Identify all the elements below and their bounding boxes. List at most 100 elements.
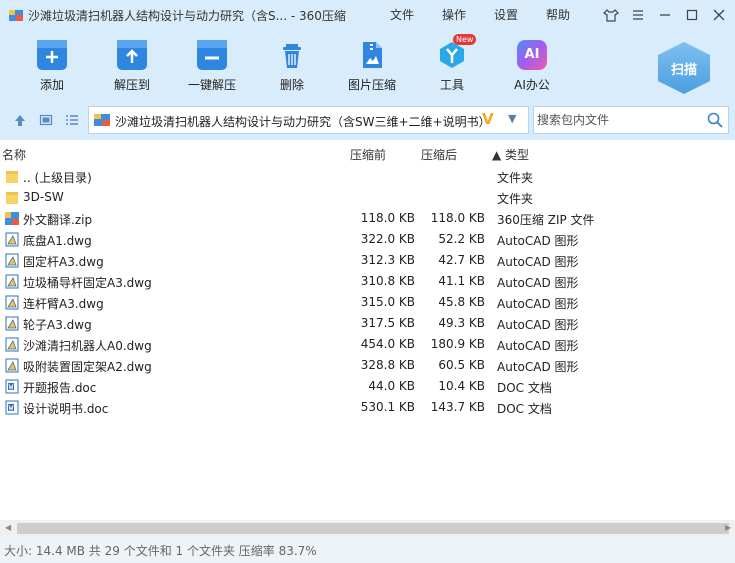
file-packed: 41.1 KB (438, 274, 485, 288)
file-size: 118.0 KB (360, 211, 415, 225)
menu-icon[interactable] (627, 4, 649, 26)
file-type: DOC 文档 (497, 402, 552, 416)
file-size: 328.8 KB (360, 358, 415, 372)
column-type[interactable]: ▲ 类型 (492, 146, 529, 163)
list-view-icon[interactable] (63, 111, 81, 129)
path-field[interactable]: 沙滩垃圾清扫机器人结构设计与动力研究（含SW三维+二维+说明书） V ▼ (88, 106, 529, 134)
search-box (533, 106, 729, 134)
file-type: 文件夹 (497, 171, 534, 185)
dwg-file-icon (5, 316, 19, 331)
file-row[interactable]: 固定杆A3.dwg 312.3 KB 42.7 KB AutoCAD 图形 (0, 250, 735, 271)
skin-icon[interactable] (600, 4, 622, 26)
menu-settings[interactable]: 设置 (494, 6, 518, 23)
file-row[interactable]: 连杆臂A3.dwg 315.0 KB 45.8 KB AutoCAD 图形 (0, 292, 735, 313)
tools-icon: New (437, 34, 477, 70)
archive-icon (94, 114, 110, 126)
menu-file[interactable]: 文件 (390, 6, 414, 23)
minimize-icon[interactable] (654, 4, 676, 26)
extract-to-button[interactable]: 解压到 (97, 36, 167, 96)
file-size: 310.8 KB (360, 274, 415, 288)
file-name: 沙滩清扫机器人A0.dwg (23, 339, 152, 353)
horizontal-scrollbar[interactable]: ◀ ▶ (0, 520, 735, 537)
v-logo-icon: V (482, 110, 494, 128)
file-type: AutoCAD 图形 (497, 339, 579, 353)
scrollbar-thumb[interactable] (17, 523, 729, 534)
file-type: AutoCAD 图形 (497, 255, 579, 269)
file-name: 连杆臂A3.dwg (23, 297, 104, 311)
column-name[interactable]: 名称 (2, 146, 26, 163)
scroll-right-icon[interactable]: ▶ (725, 523, 731, 532)
search-icon[interactable] (707, 112, 723, 128)
file-row[interactable]: 设计说明书.doc 530.1 KB 143.7 KB DOC 文档 (0, 397, 735, 418)
file-size: 312.3 KB (360, 253, 415, 267)
file-row[interactable]: 3D-SW 文件夹 (0, 187, 735, 208)
file-row[interactable]: 外文翻译.zip 118.0 KB 118.0 KB 360压缩 ZIP 文件 (0, 208, 735, 229)
image-compress-button[interactable]: 图片压缩 (337, 36, 407, 96)
doc-file-icon (5, 400, 19, 415)
file-name: 外文翻译.zip (23, 213, 93, 227)
ai-office-icon: AI (517, 40, 547, 70)
title-bar: 沙滩垃圾清扫机器人结构设计与动力研究（含S... - 360压缩 文件 操作 设… (0, 0, 735, 30)
file-name: 设计说明书.doc (23, 402, 109, 416)
file-name: .. (上级目录) (23, 171, 92, 185)
file-row[interactable]: 垃圾桶导杆固定A3.dwg 310.8 KB 41.1 KB AutoCAD 图… (0, 271, 735, 292)
column-packed[interactable]: 压缩后 (421, 146, 457, 163)
column-headers: 名称 压缩前 压缩后 ▲ 类型 (0, 146, 735, 164)
ai-office-button[interactable]: AI AI办公 (497, 36, 567, 96)
file-type: AutoCAD 图形 (497, 297, 579, 311)
menu-operate[interactable]: 操作 (442, 6, 466, 23)
ai-office-label: AI办公 (514, 78, 550, 92)
file-packed: 42.7 KB (438, 253, 485, 267)
close-icon[interactable] (708, 4, 730, 26)
file-type: DOC 文档 (497, 381, 552, 395)
scroll-left-icon[interactable]: ◀ (5, 523, 11, 532)
address-bar: 沙滩垃圾清扫机器人结构设计与动力研究（含SW三维+二维+说明书） V ▼ (0, 100, 735, 140)
tools-button[interactable]: New 工具 (417, 34, 487, 96)
file-row[interactable]: 吸附装置固定架A2.dwg 328.8 KB 60.5 KB AutoCAD 图… (0, 355, 735, 376)
delete-label: 删除 (279, 78, 304, 92)
file-packed: 10.4 KB (438, 379, 485, 393)
column-size[interactable]: 压缩前 (350, 146, 386, 163)
file-size: 317.5 KB (360, 316, 415, 330)
dwg-file-icon (5, 253, 19, 268)
path-text: 沙滩垃圾清扫机器人结构设计与动力研究（含SW三维+二维+说明书） (115, 115, 491, 129)
file-packed: 143.7 KB (430, 400, 485, 414)
add-button[interactable]: 添加 (17, 36, 87, 96)
file-name: 底盘A1.dwg (23, 234, 92, 248)
add-icon (37, 40, 67, 70)
file-row[interactable]: 沙滩清扫机器人A0.dwg 454.0 KB 180.9 KB AutoCAD … (0, 334, 735, 355)
extract-to-icon (117, 40, 147, 70)
status-text: 大小: 14.4 MB 共 29 个文件和 1 个文件夹 压缩率 83.7% (4, 544, 317, 558)
one-click-extract-button[interactable]: 一键解压 (177, 36, 247, 96)
image-compress-icon (357, 40, 387, 70)
thumbnail-view-icon[interactable] (37, 111, 55, 129)
search-input[interactable] (537, 111, 697, 129)
one-click-extract-icon (197, 40, 227, 70)
dwg-file-icon (5, 358, 19, 373)
file-row[interactable]: 开题报告.doc 44.0 KB 10.4 KB DOC 文档 (0, 376, 735, 397)
file-row[interactable]: 底盘A1.dwg 322.0 KB 52.2 KB AutoCAD 图形 (0, 229, 735, 250)
file-size: 322.0 KB (360, 232, 415, 246)
file-type: AutoCAD 图形 (497, 360, 579, 374)
dwg-file-icon (5, 274, 19, 289)
file-row[interactable]: .. (上级目录) 文件夹 (0, 166, 735, 187)
file-row[interactable]: 轮子A3.dwg 317.5 KB 49.3 KB AutoCAD 图形 (0, 313, 735, 334)
menu-help[interactable]: 帮助 (546, 6, 570, 23)
file-type: AutoCAD 图形 (497, 234, 579, 248)
chevron-down-icon[interactable]: ▼ (508, 112, 516, 125)
file-size: 530.1 KB (360, 400, 415, 414)
status-bar: 大小: 14.4 MB 共 29 个文件和 1 个文件夹 压缩率 83.7% (0, 537, 735, 563)
dwg-file-icon (5, 295, 19, 310)
dwg-file-icon (5, 337, 19, 352)
file-size: 454.0 KB (360, 337, 415, 351)
trash-icon (277, 40, 307, 70)
maximize-icon[interactable] (681, 4, 703, 26)
file-packed: 52.2 KB (438, 232, 485, 246)
up-arrow-icon[interactable] (11, 111, 29, 129)
toolbar: 添加 解压到 一键解压 删除 图片压缩 New 工具 AI AI办公 (0, 30, 735, 100)
delete-button[interactable]: 删除 (257, 36, 327, 96)
file-packed: 60.5 KB (438, 358, 485, 372)
folder-icon (6, 171, 18, 183)
file-packed: 49.3 KB (438, 316, 485, 330)
file-type: 文件夹 (497, 192, 534, 206)
